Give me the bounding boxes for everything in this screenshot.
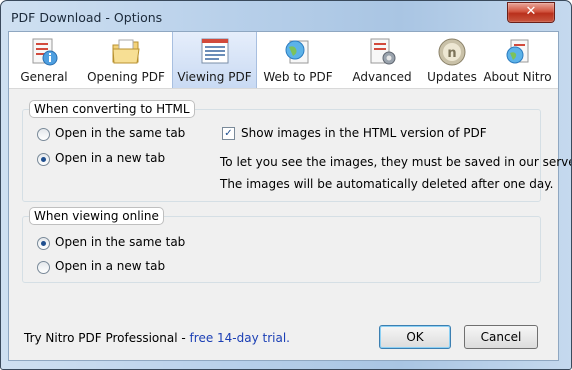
tab-label: Web to PDF [263,70,333,84]
tab-bar: General Opening PDF Viewing PDF Web to P… [9,32,558,89]
tab-label: Advanced [352,70,412,84]
close-button[interactable]: ✕ [507,2,555,23]
tab-label: Opening PDF [87,70,165,84]
options-window: PDF Download - Options ✕ General Opening… [0,0,572,370]
tab-opening-pdf[interactable]: Opening PDF [81,32,171,88]
document-view-icon [201,38,228,64]
close-icon: ✕ [525,4,537,19]
tab-viewing-pdf[interactable]: Viewing PDF [172,32,257,88]
window-title: PDF Download - Options [11,10,163,25]
promo-text: Try Nitro PDF Professional - [24,331,186,345]
info-line-2: The images will be automatically deleted… [220,177,554,191]
tab-label: General [20,70,68,84]
show-images-checkbox[interactable]: ✓ [222,127,235,140]
convert-new-tab-label[interactable]: Open in a new tab [55,151,165,165]
tab-label: Viewing PDF [177,70,252,84]
info-line-1: To let you see the images, they must be … [220,155,572,169]
tab-about-nitro[interactable]: About Nitro [477,32,558,88]
online-same-tab-label[interactable]: Open in the same tab [55,235,185,249]
online-new-tab-label[interactable]: Open in a new tab [55,259,165,273]
nitro-icon: n [438,38,466,66]
tab-label: About Nitro [483,70,552,84]
dialog-client-area: General Opening PDF Viewing PDF Web to P… [8,31,571,361]
trial-link[interactable]: free 14-day trial. [190,331,290,345]
online-group: When viewing online Open in the same tab… [22,207,541,283]
svg-text:n: n [447,46,456,61]
info-globe-icon [506,39,528,64]
gear-document-icon [370,38,396,65]
online-same-tab-radio[interactable] [37,237,50,250]
online-group-title: When viewing online [29,207,164,225]
folder-icon [112,39,140,64]
globe-icon [285,40,309,64]
cancel-button[interactable]: Cancel [464,325,538,349]
promo-footer: Try Nitro PDF Professional - free 14-day… [24,331,290,345]
show-images-label[interactable]: Show images in the HTML version of PDF [241,126,487,140]
title-bar[interactable]: PDF Download - Options ✕ [1,1,571,31]
online-new-tab-radio[interactable] [37,261,50,274]
tab-general[interactable]: General [9,32,79,88]
convert-same-tab-label[interactable]: Open in the same tab [55,126,185,140]
convert-new-tab-radio[interactable] [37,153,50,166]
tab-web-to-pdf[interactable]: Web to PDF [258,32,338,88]
general-icon [32,38,58,66]
converting-group-title: When converting to HTML [29,100,195,118]
convert-same-tab-radio[interactable] [37,128,50,141]
tab-advanced[interactable]: Advanced [341,32,423,88]
converting-group: When converting to HTML Open in the same… [22,100,571,202]
ok-button[interactable]: OK [379,325,451,349]
